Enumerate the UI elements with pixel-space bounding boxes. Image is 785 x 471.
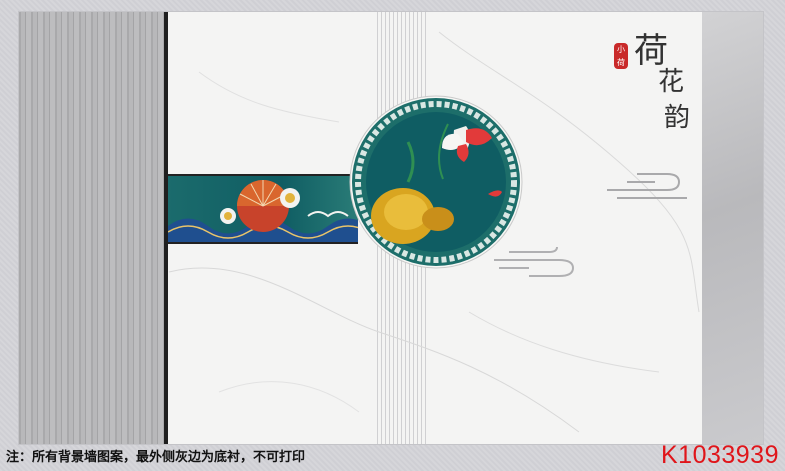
cloud-ornament-right xyxy=(607,173,687,199)
print-note: 注：所有背景墙图案，最外侧灰边为底衬，不可打印 xyxy=(6,450,306,465)
title-char-2: 花 xyxy=(658,67,685,97)
title-calligraphy: 荷 花 韵 xyxy=(620,21,700,141)
product-code: K1033939 xyxy=(660,441,779,469)
cloud-ornament-center xyxy=(494,246,575,277)
background-wall-artwork: 小荷 荷 花 韵 xyxy=(19,12,763,444)
wave-fan-illustration xyxy=(168,180,358,242)
decorative-band xyxy=(168,174,358,244)
title-char-3: 韵 xyxy=(664,103,691,133)
